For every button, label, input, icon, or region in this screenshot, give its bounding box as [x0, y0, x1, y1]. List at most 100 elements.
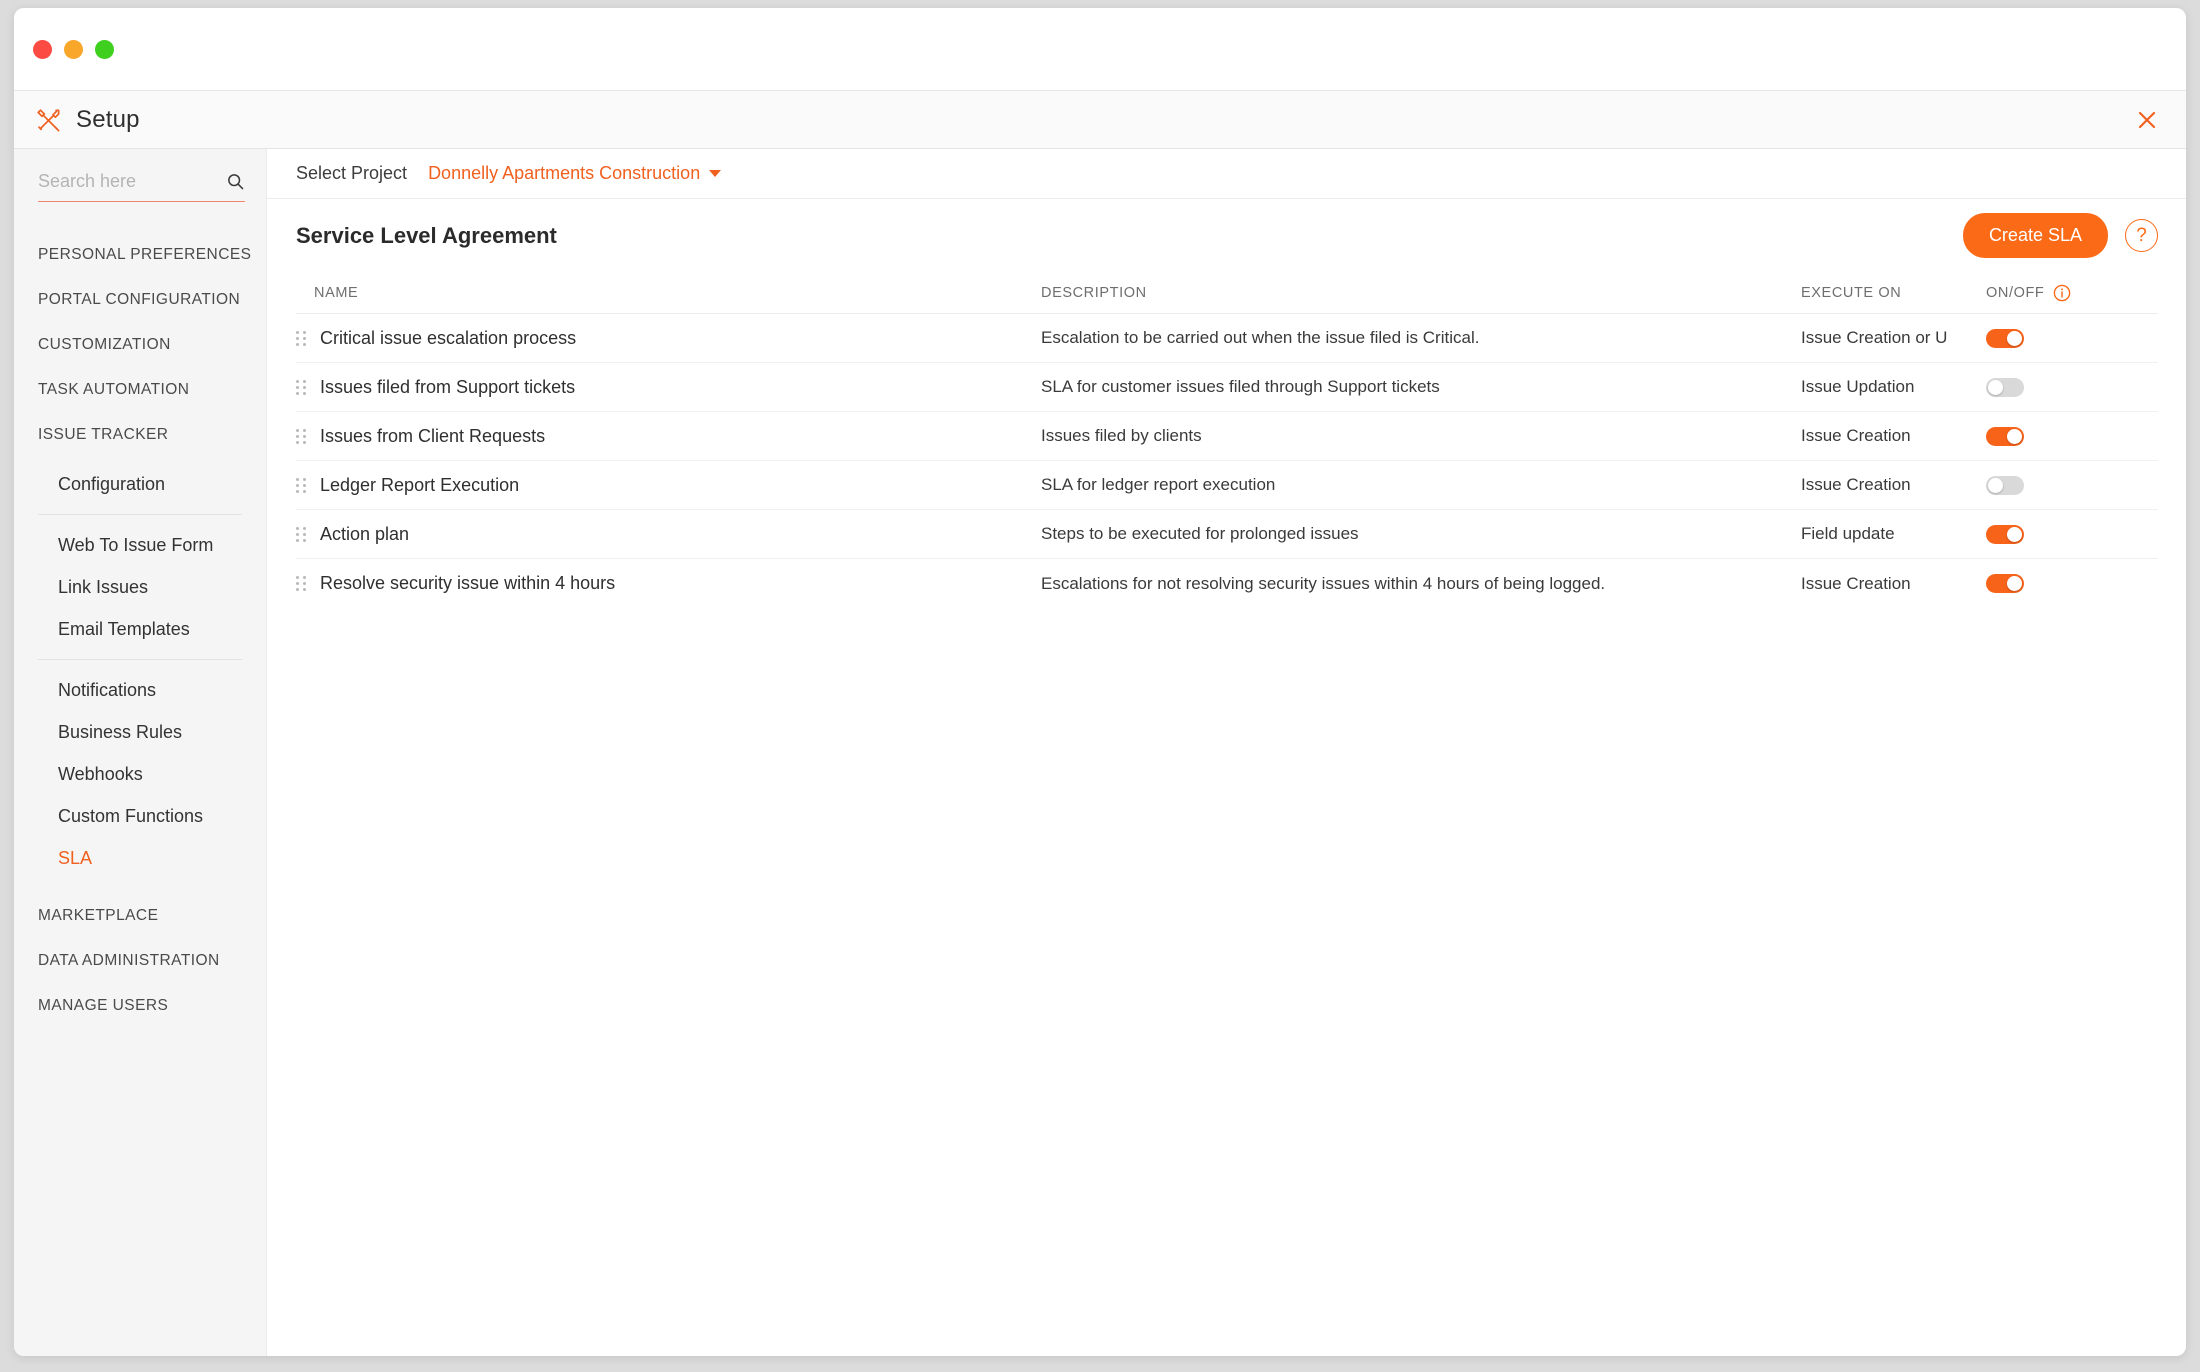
table-row[interactable]: Issues from Client Requests Issues filed…	[296, 412, 2158, 461]
sla-toggle[interactable]	[1986, 475, 2024, 495]
sidebar-item-manage-users[interactable]: MANAGE USERS	[14, 983, 266, 1028]
minimize-window-button[interactable]	[64, 39, 83, 59]
sidebar-item-marketplace[interactable]: MARKETPLACE	[14, 893, 266, 938]
close-icon[interactable]	[2130, 103, 2164, 137]
sla-execute-on: Issue Creation or U	[1801, 328, 1948, 347]
sidebar-item-data-administration[interactable]: DATA ADMINISTRATION	[14, 938, 266, 983]
sidebar-item-portal-configuration[interactable]: PORTAL CONFIGURATION	[14, 277, 266, 322]
sidebar-item-label: Web To Issue Form	[58, 534, 214, 555]
info-icon[interactable]	[2053, 284, 2071, 302]
sidebar-item-label: CUSTOMIZATION	[38, 335, 171, 353]
sla-name: Ledger Report Execution	[320, 474, 520, 495]
sidebar: PERSONAL PREFERENCES PORTAL CONFIGURATIO…	[14, 149, 267, 1356]
column-header-on-off-label: ON/OFF	[1986, 284, 2045, 301]
sidebar-item-label: MARKETPLACE	[38, 906, 159, 924]
sla-description: SLA for ledger report execution	[1041, 475, 1276, 494]
chevron-down-icon	[709, 170, 722, 177]
sla-description: SLA for customer issues filed through Su…	[1041, 377, 1440, 396]
row-toggle-cell	[1986, 574, 2106, 593]
sidebar-item-business-rules[interactable]: Business Rules	[14, 711, 266, 753]
select-project-label: Select Project	[296, 163, 408, 183]
sla-name: Issues from Client Requests	[320, 425, 546, 446]
row-toggle-cell	[1986, 426, 2106, 446]
row-name-cell: Issues filed from Support tickets	[296, 377, 1041, 398]
sidebar-item-label: Custom Functions	[58, 805, 204, 826]
drag-handle-icon[interactable]	[296, 575, 312, 593]
drag-handle-icon[interactable]	[296, 427, 312, 445]
sla-name: Action plan	[320, 523, 410, 544]
drag-handle-icon[interactable]	[296, 476, 312, 494]
search-icon[interactable]	[226, 172, 245, 191]
help-icon[interactable]: ?	[2125, 219, 2158, 252]
sla-description: Escalations for not resolving security i…	[1041, 573, 1606, 593]
sidebar-item-label: ISSUE TRACKER	[38, 425, 169, 443]
table-row[interactable]: Resolve security issue within 4 hours Es…	[296, 559, 2158, 608]
table-row[interactable]: Critical issue escalation process Escala…	[296, 314, 2158, 363]
close-window-button[interactable]	[33, 39, 52, 59]
sidebar-item-label: DATA ADMINISTRATION	[38, 951, 220, 969]
sla-description: Steps to be executed for prolonged issue…	[1041, 524, 1359, 543]
nav-gap	[14, 879, 266, 893]
column-header-name: NAME	[314, 284, 359, 301]
sidebar-item-web-to-issue-form[interactable]: Web To Issue Form	[14, 524, 266, 566]
sidebar-item-personal-preferences[interactable]: PERSONAL PREFERENCES	[14, 232, 266, 277]
search-field[interactable]	[38, 171, 245, 202]
table-row[interactable]: Action plan Steps to be executed for pro…	[296, 510, 2158, 559]
sla-name: Resolve security issue within 4 hours	[320, 573, 616, 593]
sidebar-item-label: MANAGE USERS	[38, 996, 169, 1014]
sidebar-item-label: Email Templates	[58, 618, 190, 639]
table-row[interactable]: Issues filed from Support tickets SLA fo…	[296, 363, 2158, 412]
sidebar-nav: PERSONAL PREFERENCES PORTAL CONFIGURATIO…	[14, 232, 266, 1028]
sidebar-item-customization[interactable]: CUSTOMIZATION	[14, 322, 266, 367]
sidebar-item-label: Business Rules	[58, 721, 183, 742]
project-selector-bar: Select Project Donnelly Apartments Const…	[267, 149, 2186, 199]
sidebar-item-link-issues[interactable]: Link Issues	[14, 566, 266, 608]
nav-divider	[38, 514, 242, 515]
page-title: Setup	[76, 105, 140, 133]
drag-handle-icon[interactable]	[296, 329, 312, 347]
sla-toggle[interactable]	[1986, 328, 2024, 348]
sla-toggle[interactable]	[1986, 574, 2024, 593]
sla-table: NAME DESCRIPTION EXECUTE ON ON/OFF Criti…	[267, 272, 2186, 608]
app-body: PERSONAL PREFERENCES PORTAL CONFIGURATIO…	[14, 149, 2186, 1356]
sidebar-item-label: TASK AUTOMATION	[38, 380, 190, 398]
setup-header: Setup	[14, 91, 2186, 149]
sidebar-item-label: SLA	[58, 847, 93, 868]
sla-toggle[interactable]	[1986, 377, 2024, 397]
create-sla-button[interactable]: Create SLA	[1962, 213, 2108, 258]
maximize-window-button[interactable]	[95, 39, 114, 59]
sla-description: Issues filed by clients	[1041, 426, 1202, 445]
project-name: Donnelly Apartments Construction	[428, 163, 701, 183]
sidebar-item-task-automation[interactable]: TASK AUTOMATION	[14, 367, 266, 412]
traffic-lights	[33, 39, 114, 59]
row-name-cell: Issues from Client Requests	[296, 426, 1041, 447]
sidebar-item-notifications[interactable]: Notifications	[14, 669, 266, 711]
sidebar-item-sla[interactable]: SLA	[14, 837, 266, 879]
sla-name: Critical issue escalation process	[320, 327, 577, 348]
sidebar-item-label: PORTAL CONFIGURATION	[38, 290, 241, 308]
row-name-cell: Resolve security issue within 4 hours	[296, 573, 1041, 594]
sidebar-item-custom-functions[interactable]: Custom Functions	[14, 795, 266, 837]
page-header: Service Level Agreement Create SLA ?	[267, 199, 2186, 272]
sla-name: Issues filed from Support tickets	[320, 376, 576, 397]
sidebar-item-issue-tracker[interactable]: ISSUE TRACKER	[14, 412, 266, 457]
project-dropdown[interactable]: Donnelly Apartments Construction	[428, 163, 722, 184]
drag-handle-icon[interactable]	[296, 525, 312, 543]
tools-icon	[33, 105, 63, 135]
sla-toggle[interactable]	[1986, 426, 2024, 446]
sla-toggle[interactable]	[1986, 524, 2024, 544]
nav-divider	[38, 659, 242, 660]
sidebar-item-label: Notifications	[58, 679, 157, 700]
sidebar-item-label: Configuration	[58, 473, 166, 494]
sidebar-item-configuration[interactable]: Configuration	[14, 463, 266, 505]
sidebar-item-webhooks[interactable]: Webhooks	[14, 753, 266, 795]
sidebar-item-email-templates[interactable]: Email Templates	[14, 608, 266, 650]
row-toggle-cell	[1986, 524, 2106, 544]
drag-handle-icon[interactable]	[296, 378, 312, 396]
search-input[interactable]	[38, 171, 226, 192]
table-row[interactable]: Ledger Report Execution SLA for ledger r…	[296, 461, 2158, 510]
app-window: Setup PERSONAL PREFERENCES	[14, 8, 2186, 1356]
table-header-row: NAME DESCRIPTION EXECUTE ON ON/OFF	[296, 272, 2158, 314]
sla-execute-on: Issue Creation	[1801, 475, 1911, 494]
sla-description: Escalation to be carried out when the is…	[1041, 328, 1480, 347]
